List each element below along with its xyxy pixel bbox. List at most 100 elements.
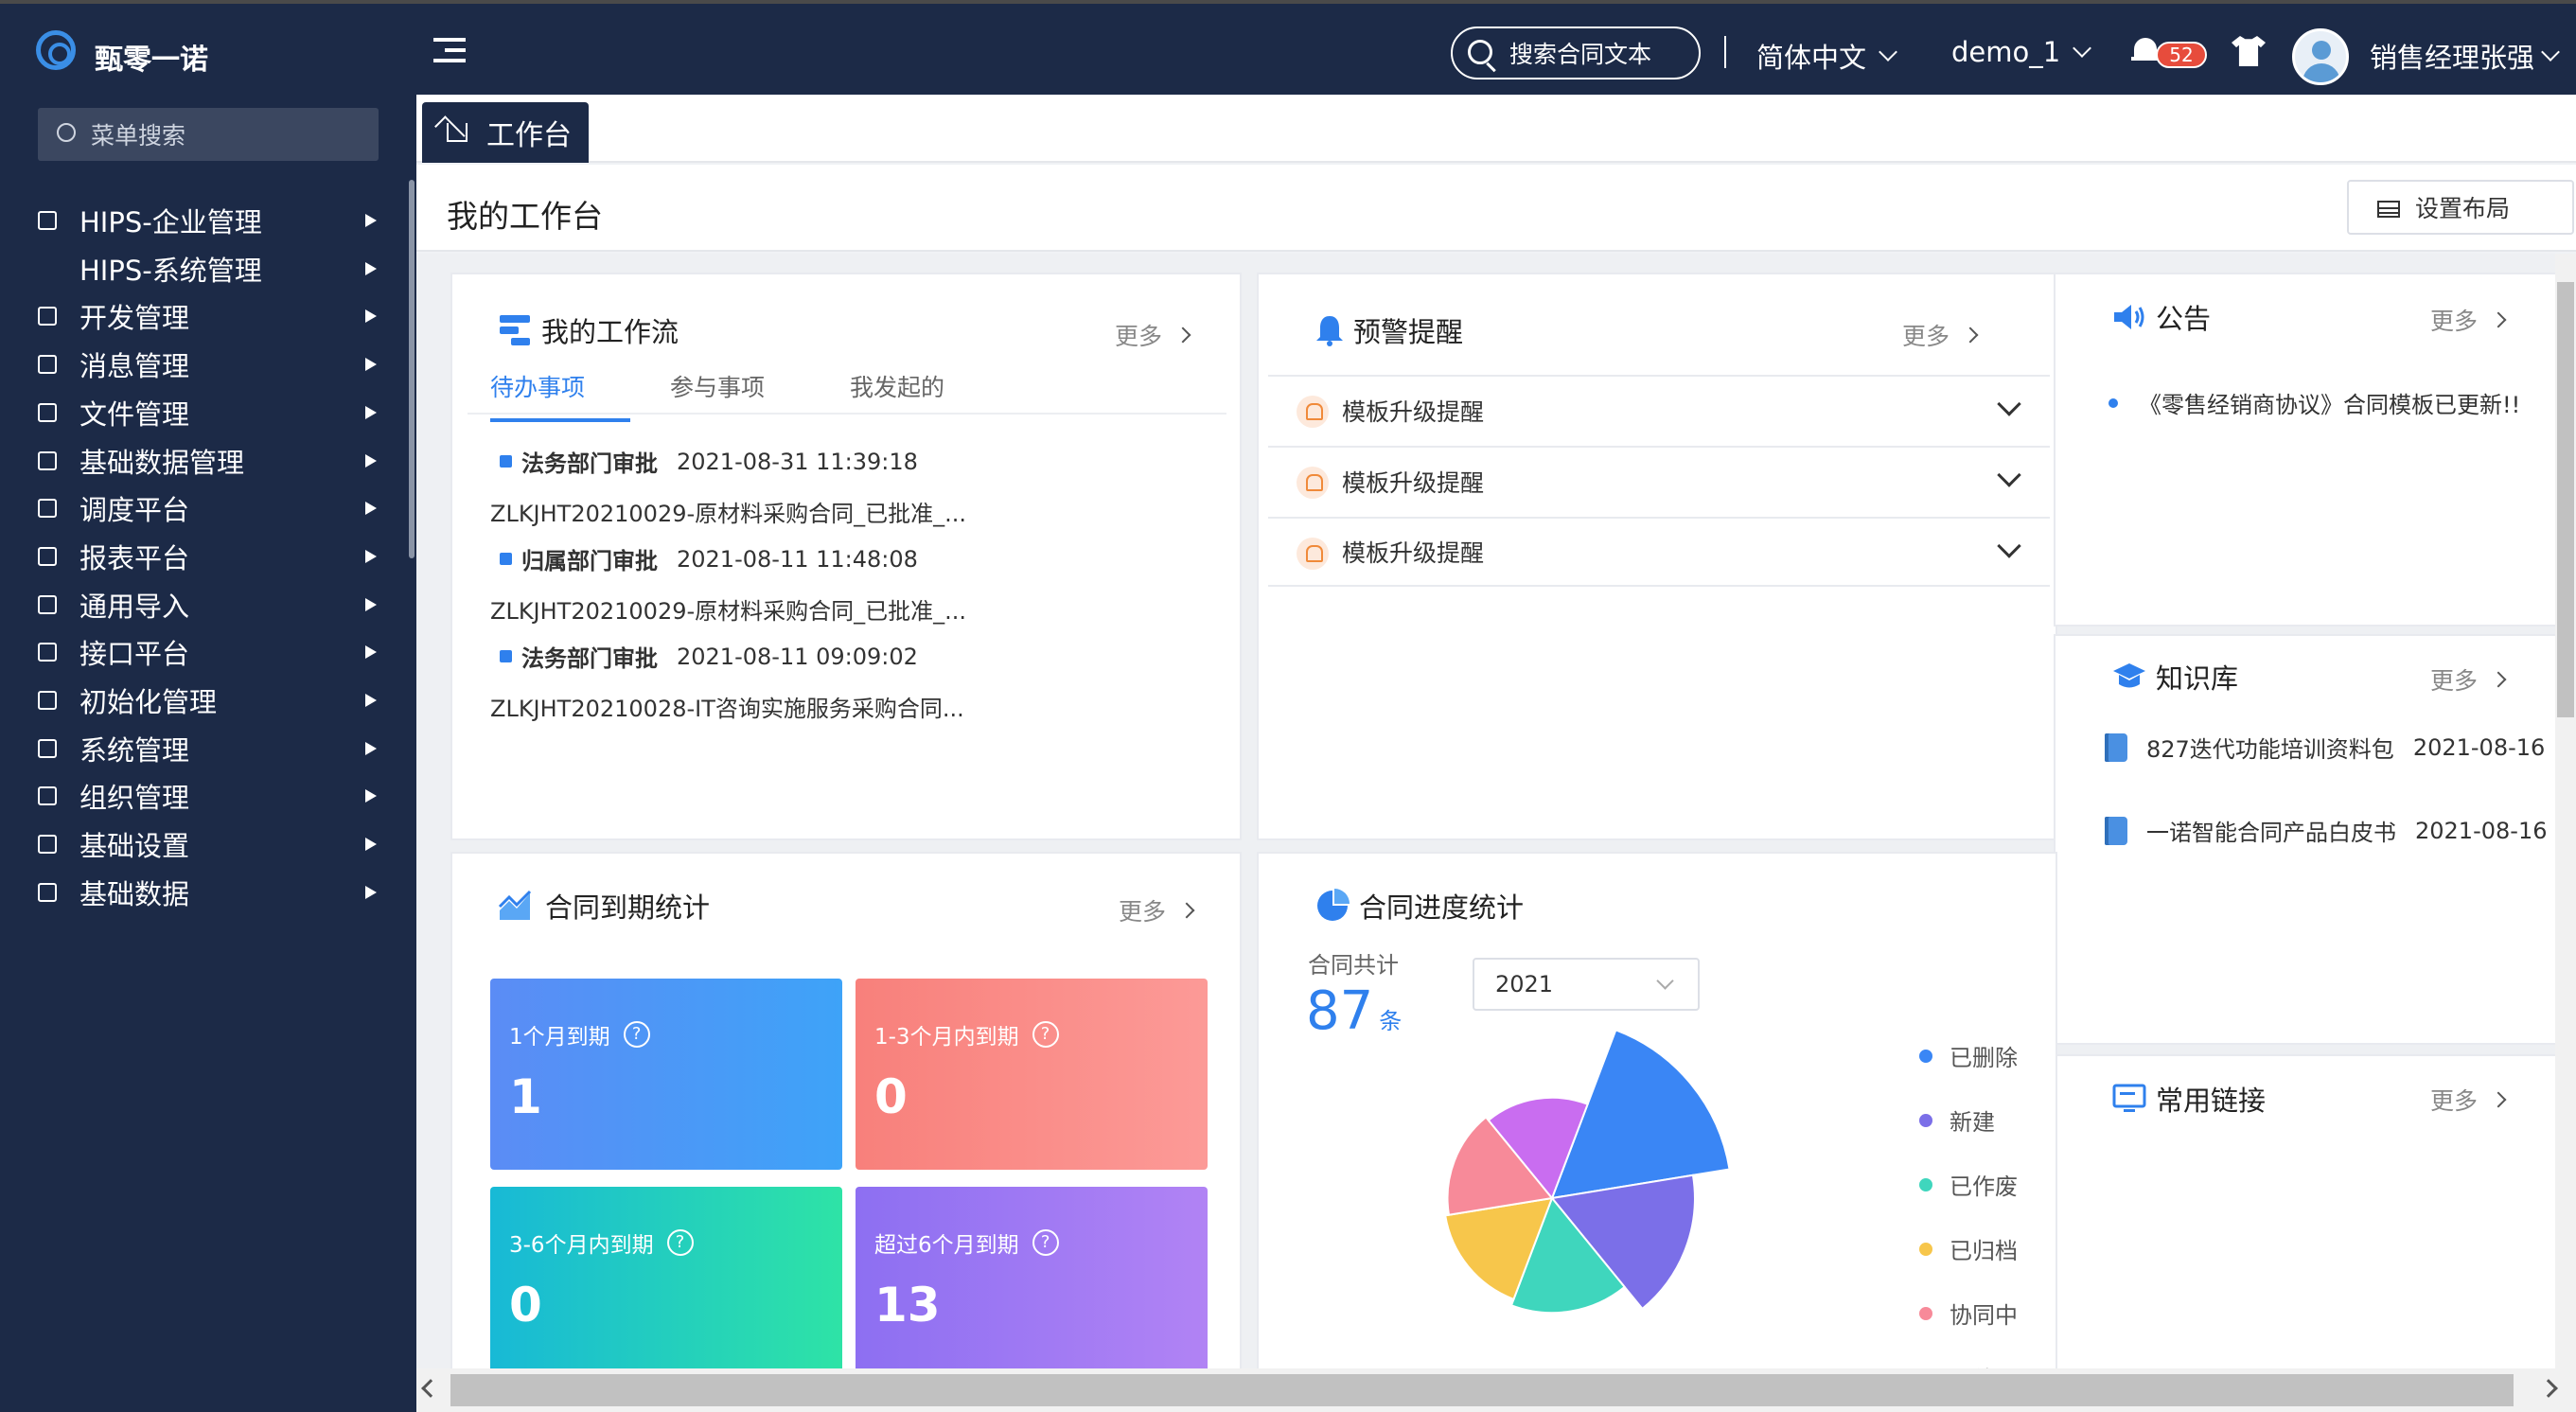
- notice-more-link[interactable]: 更多: [2430, 303, 2507, 337]
- workflow-more-link[interactable]: 更多: [1115, 318, 1191, 352]
- expiry-more-link[interactable]: 更多: [1119, 893, 1195, 927]
- expiry-title-text: 合同到期统计: [545, 891, 711, 924]
- warning-item[interactable]: 模板升级提醒: [1268, 375, 2050, 445]
- layout-settings-button[interactable]: 设置布局: [2347, 180, 2574, 235]
- dashboard: 我的工作流 更多 待办事项 参与事项 我发起的 法务部门审批 2021-08-31…: [416, 254, 2576, 1370]
- language-select[interactable]: 简体中文: [1756, 36, 1897, 76]
- warning-item[interactable]: 模板升级提醒: [1268, 517, 2050, 587]
- more-label: 更多: [1119, 898, 1167, 926]
- warnings-title: 预警提醒: [1315, 310, 1463, 350]
- menu-toggle-icon[interactable]: [433, 38, 466, 64]
- chevron-down-icon[interactable]: [1997, 392, 2021, 416]
- legend-item[interactable]: 新建: [1919, 1103, 1995, 1137]
- bell-icon: [1316, 316, 1343, 346]
- building-icon: [38, 211, 57, 230]
- knowledge-more-link[interactable]: 更多: [2430, 662, 2507, 697]
- workflow-item[interactable]: 法务部门审批 2021-08-31 11:39:18 ZLKJHT20210029-…: [490, 445, 966, 528]
- scroll-left-icon[interactable]: [421, 1379, 440, 1398]
- sidebar-scrollbar[interactable]: [409, 180, 415, 558]
- progress-rose-chart: [1444, 1029, 1731, 1315]
- workflow-item[interactable]: 归属部门审批 2021-08-11 11:48:08 ZLKJHT20210029-…: [490, 542, 966, 626]
- knowledge-item[interactable]: 827迭代功能培训资料包 2021-08-16: [2105, 731, 2545, 764]
- legend-item[interactable]: 已作废: [1919, 1168, 2018, 1201]
- expiry-stat-label: 1个月到期: [509, 1025, 610, 1050]
- menu-search-input[interactable]: 菜单搜索: [38, 108, 379, 161]
- legend-item[interactable]: 已删除: [1919, 1039, 2018, 1072]
- notice-card: 公告 更多 《零售经销商协议》合同模板已更新!!: [2054, 273, 2563, 627]
- notice-item[interactable]: 《零售经销商协议》合同模板已更新!!: [2108, 386, 2520, 419]
- help-icon[interactable]: ?: [666, 1229, 694, 1256]
- scroll-thumb[interactable]: [450, 1374, 2514, 1406]
- vertical-scrollbar[interactable]: [2555, 254, 2576, 1370]
- api-icon: [38, 643, 57, 662]
- workflow-title-text: 我的工作流: [541, 316, 679, 348]
- expiry-stat-box[interactable]: 1-3个月内到期? 0: [856, 979, 1208, 1170]
- workflow-time: 2021-08-31 11:39:18: [677, 448, 918, 475]
- monitor-icon: [2112, 1084, 2146, 1112]
- workflow-item[interactable]: 法务部门审批 2021-08-11 09:09:02 ZLKJHT20210028-…: [490, 640, 964, 723]
- contract-search-label: 搜索合同文本: [1509, 41, 1652, 68]
- bell-icon[interactable]: [2131, 36, 2160, 64]
- sidebar-item-label: 初始化管理: [79, 686, 218, 718]
- scroll-right-icon[interactable]: [2539, 1379, 2558, 1398]
- chevron-down-icon[interactable]: [1997, 463, 2021, 487]
- workflow-dept: 法务部门审批: [521, 450, 658, 477]
- legend-label: 已归档: [1950, 1238, 2018, 1264]
- knowledge-item[interactable]: 一诺智能合同产品白皮书 2021-08-16: [2105, 814, 2547, 847]
- legend-label: 新建: [1950, 1109, 1995, 1136]
- expiry-stat-value: 0: [874, 1069, 908, 1124]
- logo-icon: [36, 30, 76, 70]
- chevron-down-icon: [2073, 39, 2092, 58]
- legend-label: 协同中: [1950, 1302, 2018, 1329]
- progress-title: 合同进度统计: [1315, 886, 1524, 926]
- more-label: 更多: [2430, 667, 2479, 695]
- legend-item[interactable]: 协同中: [1919, 1297, 2018, 1330]
- file-icon: [38, 402, 57, 422]
- status-square-icon: [500, 650, 512, 662]
- sidebar-item-label: 基础设置: [79, 830, 190, 863]
- chevron-down-icon: [2541, 43, 2560, 62]
- expiry-stat-box[interactable]: 超过6个月到期? 13: [856, 1187, 1208, 1370]
- contract-search-button[interactable]: 搜索合同文本: [1451, 26, 1701, 79]
- horizontal-scrollbar[interactable]: [416, 1368, 2576, 1412]
- expiry-stat-box[interactable]: 3-6个月内到期? 0: [490, 1187, 842, 1370]
- links-more-link[interactable]: 更多: [2430, 1083, 2507, 1117]
- sidebar-item[interactable]: 基础数据: [0, 862, 407, 923]
- book-icon: [2105, 732, 2127, 762]
- workflow-time: 2021-08-11 09:09:02: [677, 643, 918, 670]
- warning-item[interactable]: 模板升级提醒: [1268, 446, 2050, 516]
- tenant-select[interactable]: demo_1: [1951, 36, 2092, 68]
- init-icon: [38, 691, 57, 710]
- user-menu[interactable]: 销售经理张强: [2370, 36, 2560, 76]
- sidebar-item-label: 系统管理: [79, 733, 190, 767]
- scroll-thumb[interactable]: [2557, 282, 2574, 717]
- skin-icon[interactable]: [2232, 36, 2266, 66]
- expand-arrow-icon: [365, 789, 377, 803]
- warnings-more-link[interactable]: 更多: [1902, 318, 1979, 352]
- links-card: 常用链接 更多: [2054, 1054, 2563, 1370]
- expiry-stat-label: 超过6个月到期: [874, 1233, 1019, 1258]
- top-bar: 甄零一诺 搜索合同文本 简体中文 demo_1 52 销售经理张强: [0, 0, 2576, 95]
- help-icon[interactable]: ?: [1032, 1021, 1059, 1048]
- avatar[interactable]: [2292, 28, 2349, 85]
- expiry-stat-box[interactable]: 1个月到期? 1: [490, 979, 842, 1170]
- tabs-divider: [468, 413, 1226, 415]
- legend-item[interactable]: 已归档: [1919, 1232, 2018, 1265]
- expand-arrow-icon: [365, 885, 377, 899]
- tab-label: 工作台: [486, 119, 572, 152]
- progress-title-text: 合同进度统计: [1359, 891, 1525, 924]
- progress-card: 合同进度统计 合同共计 87 条 2021 已删除新建已作废已归档协同中其他: [1257, 852, 2057, 1370]
- sidebar-item-label: 基础数据: [79, 877, 190, 910]
- settings-icon: [38, 835, 57, 855]
- sidebar-item-label: HIPS-企业管理: [79, 206, 262, 238]
- chevron-right-icon: [2490, 671, 2507, 688]
- expand-arrow-icon: [365, 358, 377, 372]
- links-title-text: 常用链接: [2156, 1085, 2267, 1117]
- help-icon[interactable]: ?: [1032, 1229, 1059, 1256]
- chevron-down-icon[interactable]: [1997, 534, 2021, 558]
- org-icon: [38, 786, 57, 806]
- tab-workbench[interactable]: 工作台: [422, 102, 589, 163]
- help-icon[interactable]: ?: [623, 1021, 650, 1048]
- bell-icon: [1297, 538, 1329, 570]
- year-select[interactable]: 2021: [1473, 958, 1700, 1011]
